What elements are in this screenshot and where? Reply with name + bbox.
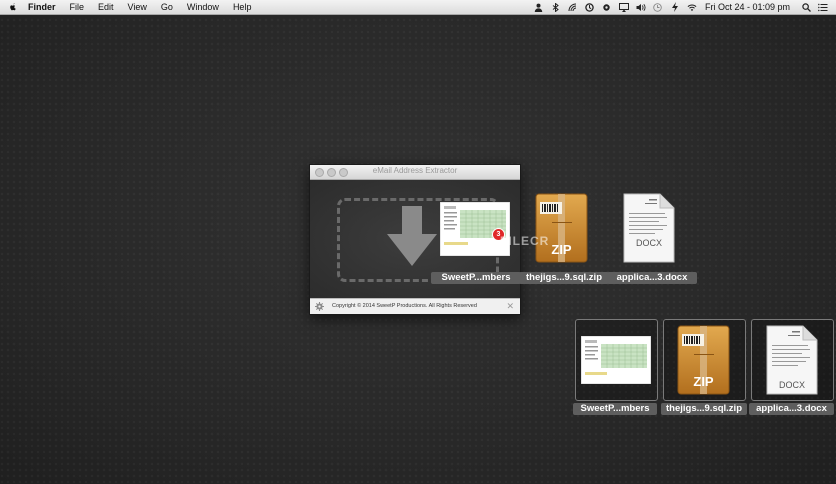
watermark-text: FILECR — [500, 234, 550, 248]
menu-file[interactable]: File — [70, 2, 85, 12]
sync-icon[interactable] — [568, 2, 578, 12]
menu-finder[interactable]: Finder — [28, 2, 56, 12]
copyright-text: Copyright © 2014 SweetP Productions. All… — [332, 303, 477, 309]
airplay-icon[interactable] — [618, 2, 629, 12]
zip-text: ZIP — [551, 242, 572, 257]
user-icon[interactable] — [534, 2, 544, 12]
window-footer: Copyright © 2014 SweetP Productions. All… — [310, 298, 520, 314]
menu-view[interactable]: View — [128, 2, 147, 12]
drag-label-docx: applica...3.docx — [607, 272, 697, 284]
window-title: eMail Address Extractor — [372, 166, 458, 175]
drag-label-zip: thejigs...9.sql.zip — [519, 272, 609, 284]
time-machine-icon[interactable] — [653, 2, 663, 12]
backup-icon[interactable] — [585, 2, 595, 12]
menu-go[interactable]: Go — [161, 2, 173, 12]
file-label-zip[interactable]: thejigs...9.sql.zip — [661, 403, 747, 415]
docx-document-icon[interactable]: DOCX — [766, 325, 818, 395]
wifi-icon[interactable] — [687, 2, 697, 12]
search-icon[interactable] — [801, 2, 811, 12]
power-icon[interactable] — [670, 2, 680, 12]
menu-help[interactable]: Help — [233, 2, 252, 12]
close-icon[interactable]: ✕ — [506, 301, 514, 312]
zip-archive-icon[interactable]: ZIP — [534, 192, 589, 264]
bluetooth-icon[interactable] — [551, 2, 561, 12]
volume-icon[interactable] — [636, 2, 646, 12]
menu-bar: Finder File Edit View Go Window Help Fri… — [0, 0, 836, 15]
menubar-clock[interactable]: Fri Oct 24 - 01:09 pm — [705, 2, 790, 12]
file-label-spreadsheet[interactable]: SweetP...mbers — [573, 403, 657, 415]
docx-document-icon[interactable]: DOCX — [623, 193, 675, 263]
spreadsheet-thumbnail[interactable] — [581, 336, 651, 384]
zip-text: ZIP — [693, 374, 714, 389]
down-arrow-icon — [387, 206, 437, 266]
gear-icon[interactable] — [315, 302, 324, 311]
gear-icon[interactable] — [602, 2, 612, 12]
zip-archive-icon[interactable]: ZIP — [676, 324, 731, 396]
status-area: Fri Oct 24 - 01:09 pm — [527, 0, 828, 14]
docx-text: DOCX — [636, 238, 662, 248]
menu-window[interactable]: Window — [187, 2, 219, 12]
apple-icon[interactable] — [8, 2, 18, 12]
menu-edit[interactable]: Edit — [98, 2, 114, 12]
list-icon[interactable] — [818, 2, 828, 12]
file-label-docx[interactable]: applica...3.docx — [749, 403, 834, 415]
window-titlebar[interactable]: eMail Address Extractor — [310, 165, 520, 180]
docx-text: DOCX — [779, 380, 805, 390]
drag-label-spreadsheet: SweetP...mbers — [431, 272, 521, 284]
